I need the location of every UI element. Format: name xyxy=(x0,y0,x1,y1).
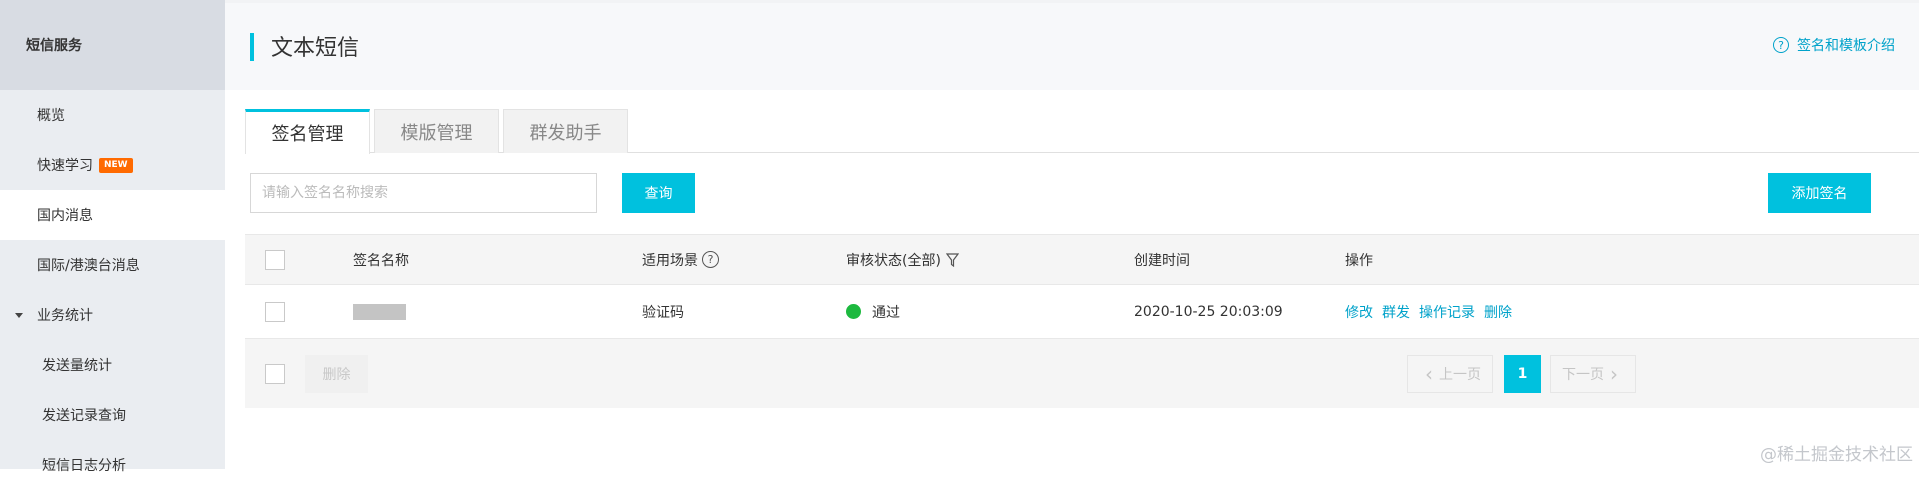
status-label: 通过 xyxy=(872,304,900,321)
new-badge: NEW xyxy=(99,157,133,173)
sidebar-item-label: 发送记录查询 xyxy=(42,408,126,424)
column-header-name: 签名名称 xyxy=(353,252,409,269)
delete-link[interactable]: 删除 xyxy=(1484,302,1512,322)
page-number-button[interactable]: 1 xyxy=(1504,355,1541,393)
query-button[interactable]: 查询 xyxy=(622,173,695,213)
column-header-scene-label: 适用场景 xyxy=(642,252,698,269)
edit-link[interactable]: 修改 xyxy=(1345,302,1373,322)
sidebar-item-label: 短信日志分析 xyxy=(42,458,126,474)
footer-select-all-checkbox[interactable] xyxy=(265,363,285,384)
sidebar-item-send-stats[interactable]: 发送量统计 xyxy=(0,340,225,390)
page-title: 文本短信 xyxy=(271,36,360,61)
footer-checkbox-cell xyxy=(265,339,285,408)
tab-bulk-send[interactable]: 群发助手 xyxy=(503,109,628,153)
signature-name-cell xyxy=(353,285,406,338)
status-dot-icon xyxy=(846,304,861,319)
prev-page-button[interactable]: ‹ 上一页 xyxy=(1407,355,1493,393)
add-signature-button[interactable]: 添加签名 xyxy=(1768,173,1871,213)
sidebar-item-send-records[interactable]: 发送记录查询 xyxy=(0,390,225,440)
table-header: 签名名称 适用场景 ? 审核状态(全部) 创建时间 操作 xyxy=(245,234,1919,285)
created-time-cell: 2020-10-25 20:03:09 xyxy=(1134,303,1283,320)
bulk-send-link[interactable]: 群发 xyxy=(1382,302,1410,322)
status-cell: 通过 xyxy=(846,285,900,338)
sidebar-item-label: 快速学习 xyxy=(37,158,93,174)
sidebar-item-stats[interactable]: 业务统计 xyxy=(0,290,225,340)
filter-icon[interactable] xyxy=(945,252,959,267)
search-input[interactable] xyxy=(250,173,597,213)
sidebar-item-label: 业务统计 xyxy=(37,308,93,324)
redacted-name xyxy=(353,303,406,320)
sidebar-item-label: 发送量统计 xyxy=(42,358,112,374)
scene-cell: 验证码 xyxy=(642,304,684,321)
sidebar-item-label: 概览 xyxy=(37,108,65,124)
help-link-label: 签名和模板介绍 xyxy=(1797,38,1895,54)
next-page-label: 下一页 xyxy=(1562,367,1604,383)
question-circle-icon[interactable]: ? xyxy=(702,251,719,268)
sidebar: 短信服务 概览 快速学习 NEW 国内消息 国际/港澳台消息 业务统计 发送量统… xyxy=(0,0,225,474)
signature-table: 签名名称 适用场景 ? 审核状态(全部) 创建时间 操作 验证码 通过 2020… xyxy=(245,234,1919,408)
tab-template[interactable]: 模版管理 xyxy=(374,109,499,153)
sidebar-item-domestic[interactable]: 国内消息 xyxy=(0,190,225,240)
help-link[interactable]: ? 签名和模板介绍 xyxy=(1773,35,1895,55)
page-header: 文本短信 ? 签名和模板介绍 xyxy=(225,0,1919,90)
sidebar-item-overview[interactable]: 概览 xyxy=(0,90,225,140)
column-header-status-label: 审核状态(全部) xyxy=(846,252,941,269)
select-all-checkbox[interactable] xyxy=(265,249,285,270)
header-checkbox-cell xyxy=(265,235,285,284)
ops-cell: 修改 群发 操作记录 删除 xyxy=(1345,285,1521,338)
sidebar-title: 短信服务 xyxy=(0,0,225,90)
column-header-scene: 适用场景 ? xyxy=(642,235,719,284)
sidebar-item-log-analysis[interactable]: 短信日志分析 xyxy=(0,440,225,490)
row-checkbox-cell xyxy=(265,285,285,338)
chevron-right-icon: › xyxy=(1610,362,1618,386)
sidebar-item-quick-learn[interactable]: 快速学习 NEW xyxy=(0,140,225,190)
tab-signature[interactable]: 签名管理 xyxy=(245,109,370,154)
table-row: 验证码 通过 2020-10-25 20:03:09 修改 群发 操作记录 删除 xyxy=(245,285,1919,339)
column-header-status: 审核状态(全部) xyxy=(846,235,959,284)
sidebar-item-label: 国内消息 xyxy=(37,208,93,224)
column-header-ops: 操作 xyxy=(1345,252,1373,269)
title-accent-bar xyxy=(250,33,254,61)
sidebar-item-international[interactable]: 国际/港澳台消息 xyxy=(0,240,225,290)
tab-bar: 签名管理 模版管理 群发助手 xyxy=(245,109,1919,154)
main-content: 文本短信 ? 签名和模板介绍 签名管理 模版管理 群发助手 查询 添加签名 签名… xyxy=(225,0,1919,469)
question-circle-icon: ? xyxy=(1773,37,1789,53)
table-footer: 删除 ‹ 上一页 1 下一页 › xyxy=(245,339,1919,408)
next-page-button[interactable]: 下一页 › xyxy=(1550,355,1636,393)
prev-page-label: 上一页 xyxy=(1439,367,1481,383)
caret-down-icon xyxy=(15,312,23,318)
sidebar-item-label: 国际/港澳台消息 xyxy=(37,258,140,274)
column-header-created: 创建时间 xyxy=(1134,252,1190,269)
chevron-left-icon: ‹ xyxy=(1425,362,1433,386)
row-checkbox[interactable] xyxy=(265,301,285,322)
watermark: @稀土掘金技术社区 xyxy=(1760,445,1913,465)
operation-log-link[interactable]: 操作记录 xyxy=(1419,302,1475,322)
bulk-delete-button[interactable]: 删除 xyxy=(305,355,368,393)
